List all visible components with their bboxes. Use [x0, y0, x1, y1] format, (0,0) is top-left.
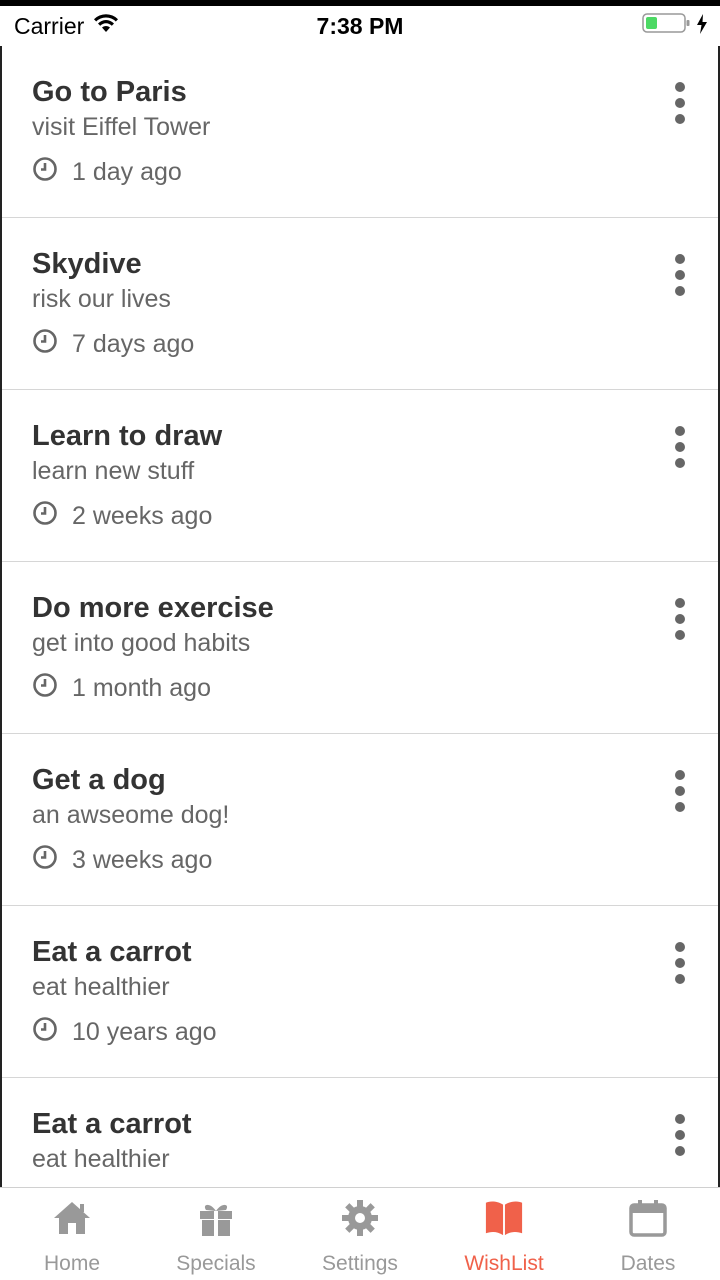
- clock-icon: [32, 328, 58, 361]
- charging-icon: [696, 13, 708, 40]
- item-subtitle: get into good habits: [32, 629, 251, 657]
- tab-label: WishList: [464, 1252, 544, 1275]
- item-subtitle: eat healthier: [32, 1145, 170, 1173]
- list-item[interactable]: Learn to draw learn new stuff 2 weeks ago: [2, 390, 718, 562]
- wishlist-list[interactable]: Go to Paris visit Eiffel Tower 1 day ago Sk…: [0, 46, 720, 1187]
- tab-home[interactable]: Home: [0, 1188, 144, 1280]
- item-subtitle: visit Eiffel Tower: [32, 113, 211, 141]
- clock-icon: [32, 672, 58, 705]
- tab-label: Settings: [322, 1252, 398, 1275]
- list-item[interactable]: Skydive risk our lives 7 days ago: [2, 218, 718, 390]
- tab-specials[interactable]: Specials: [144, 1188, 288, 1280]
- item-title: Go to Paris: [32, 76, 187, 108]
- tab-settings[interactable]: Settings: [288, 1188, 432, 1280]
- gift-icon: [196, 1198, 236, 1238]
- more-options-icon[interactable]: [668, 82, 692, 124]
- list-item[interactable]: Get a dog an awseome dog! 3 weeks ago: [2, 734, 718, 906]
- more-options-icon[interactable]: [668, 426, 692, 468]
- item-time: 2 weeks ago: [72, 502, 213, 530]
- time-row: 3 weeks ago: [32, 844, 212, 877]
- item-title: Skydive: [32, 248, 142, 280]
- battery-icon: [642, 12, 692, 40]
- calendar-icon: [628, 1198, 668, 1238]
- more-options-icon[interactable]: [668, 1114, 692, 1156]
- clock-icon: [32, 1016, 58, 1049]
- clock-icon: [32, 500, 58, 533]
- clock-icon: [32, 844, 58, 877]
- item-title: Eat a carrot: [32, 936, 192, 968]
- time-row: 10 years ago: [32, 1016, 217, 1049]
- item-time: 10 years ago: [72, 1018, 217, 1046]
- tab-label: Home: [43, 1252, 101, 1275]
- clock-icon: [32, 156, 58, 189]
- tab-label: Dates: [620, 1252, 676, 1275]
- tab-dates[interactable]: Dates: [576, 1188, 720, 1280]
- tab-wishlist[interactable]: WishList: [432, 1188, 576, 1280]
- time-row: 1 month ago: [32, 672, 211, 705]
- item-time: 1 day ago: [72, 158, 182, 186]
- list-item[interactable]: Do more exercise get into good habits 1 mo…: [2, 562, 718, 734]
- item-title: Learn to draw: [32, 420, 223, 452]
- item-title: Do more exercise: [32, 592, 274, 624]
- list-item[interactable]: Go to Paris visit Eiffel Tower 1 day ago: [2, 46, 718, 218]
- time-row: 1 day ago: [32, 156, 182, 189]
- item-subtitle: eat healthier: [32, 973, 170, 1001]
- item-subtitle: risk our lives: [32, 285, 171, 313]
- home-icon: [52, 1198, 92, 1238]
- gear-icon: [340, 1198, 380, 1238]
- item-title: Eat a carrot: [32, 1108, 192, 1140]
- time-row: 7 days ago: [32, 328, 194, 361]
- more-options-icon[interactable]: [668, 942, 692, 984]
- status-bar: Carrier 7:38 PM: [0, 6, 720, 46]
- item-time: 3 weeks ago: [72, 846, 213, 874]
- book-icon: [484, 1198, 524, 1238]
- carrier-label: Carrier: [14, 12, 85, 39]
- list-item[interactable]: Eat a carrot eat healthier: [2, 1078, 718, 1187]
- wifi-icon: [92, 12, 120, 40]
- time-row: 2 weeks ago: [32, 500, 212, 533]
- tab-label: Specials: [176, 1252, 256, 1275]
- tab-bar: Home Specials Settings WishList Dates: [0, 1187, 720, 1280]
- more-options-icon[interactable]: [668, 254, 692, 296]
- list-item[interactable]: Eat a carrot eat healthier 10 years ago: [2, 906, 718, 1078]
- more-options-icon[interactable]: [668, 598, 692, 640]
- item-title: Get a dog: [32, 764, 166, 796]
- item-subtitle: learn new stuff: [32, 457, 195, 485]
- more-options-icon[interactable]: [668, 770, 692, 812]
- item-subtitle: an awseome dog!: [32, 801, 230, 829]
- item-time: 7 days ago: [72, 330, 195, 358]
- item-time: 1 month ago: [72, 674, 211, 702]
